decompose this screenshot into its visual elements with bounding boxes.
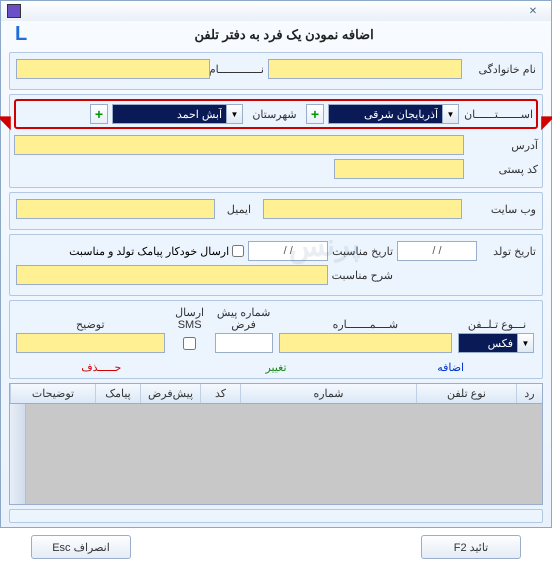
city-combo[interactable]: ▼ <box>112 104 243 124</box>
province-combo[interactable]: ▼ <box>328 104 459 124</box>
website-input[interactable] <box>263 199 462 219</box>
address-input[interactable] <box>14 135 464 155</box>
name-panel: نام خانوادگی نـــــــــــــام <box>9 52 543 90</box>
eventdesc-input[interactable] <box>16 265 328 285</box>
eventdate-input[interactable]: / / <box>248 241 328 261</box>
footer-strip <box>9 509 543 523</box>
postal-input[interactable] <box>334 159 464 179</box>
location-panel: اســـــــتــــــان ▼ + شهرستان ▼ + آدرس <box>9 94 543 188</box>
lastname-label: نام خانوادگی <box>466 63 536 76</box>
titlebar: ✕ <box>1 1 551 21</box>
birthdate-input[interactable]: / / <box>397 241 477 261</box>
postal-label: کد پستی <box>468 163 538 176</box>
email-input[interactable] <box>16 199 215 219</box>
grid-h-default[interactable]: پیش‌فرض <box>140 384 200 403</box>
city-label: شهرستان <box>247 108 302 121</box>
firstname-input[interactable] <box>16 59 210 79</box>
province-label: اســـــــتــــــان <box>463 108 533 121</box>
chevron-down-icon[interactable]: ▼ <box>443 104 459 124</box>
city-value[interactable] <box>112 104 227 124</box>
grid-h-type[interactable]: نوع تلفن <box>416 384 516 403</box>
edit-link[interactable]: تغییر <box>191 355 362 376</box>
cancel-button[interactable]: انصراف Esc <box>31 535 131 559</box>
autosms-check[interactable] <box>232 245 244 257</box>
chevron-down-icon[interactable]: ▼ <box>518 333 534 353</box>
number-input[interactable] <box>279 333 452 353</box>
app-icon <box>7 4 21 18</box>
lastname-input[interactable] <box>268 59 462 79</box>
desc-label: توضیح <box>16 318 165 331</box>
number-label: شــــمـــــــاره <box>279 318 452 331</box>
phonetype-value[interactable] <box>458 333 518 353</box>
eventdate-label: تاریخ مناسبت <box>332 245 393 258</box>
phonetype-combo[interactable]: ▼ <box>458 333 536 353</box>
add-city-button[interactable]: + <box>90 104 108 124</box>
ok-button[interactable]: تائید F2 <box>421 535 521 559</box>
autosms-checkbox[interactable]: ارسال خودکار پیامک تولد و مناسبت <box>69 245 244 258</box>
address-label: آدرس <box>468 139 538 152</box>
grid-h-desc[interactable]: توضیحات <box>10 384 95 403</box>
close-icon[interactable]: ✕ <box>521 3 545 19</box>
add-link[interactable]: اضافه <box>365 355 536 376</box>
sendsms-label: ارسال SMS <box>171 307 209 331</box>
delete-link[interactable]: حـــــذف <box>16 355 187 376</box>
grid-h-sms[interactable]: پیامک <box>95 384 140 403</box>
phone-panel: نـــوع تـلــفن ▼ شــــمـــــــاره شماره … <box>9 300 543 379</box>
grid-body <box>10 404 542 504</box>
scrollbar[interactable] <box>10 404 26 504</box>
birthdate-label: تاریخ تولد <box>481 245 536 258</box>
prefix-label: شماره پیش فرض <box>215 307 273 331</box>
grid-h-code[interactable]: کد <box>200 384 240 403</box>
highlight-box: اســـــــتــــــان ▼ + شهرستان ▼ + <box>14 99 538 129</box>
eventdesc-label: شرح مناسبت <box>332 269 393 282</box>
grid-h-row[interactable]: رد <box>516 384 542 403</box>
province-value[interactable] <box>328 104 443 124</box>
grid-header: رد نوع تلفن شماره کد پیش‌فرض پیامک توضیح… <box>10 384 542 404</box>
prefix-input[interactable] <box>215 333 273 353</box>
page-title: اضافه نمودن یک فرد به دفتر تلفن <box>27 27 541 43</box>
chevron-down-icon[interactable]: ▼ <box>227 104 243 124</box>
grid-h-number[interactable]: شماره <box>240 384 416 403</box>
autosms-label: ارسال خودکار پیامک تولد و مناسبت <box>69 245 229 258</box>
add-province-button[interactable]: + <box>306 104 324 124</box>
contact-panel: وب سایت ایمیل <box>9 192 543 230</box>
phonetype-label: نـــوع تـلــفن <box>458 318 536 331</box>
desc-input[interactable] <box>16 333 165 353</box>
website-label: وب سایت <box>466 203 536 216</box>
phone-grid: رد نوع تلفن شماره کد پیش‌فرض پیامک توضیح… <box>9 383 543 505</box>
email-label: ایمیل <box>219 203 259 216</box>
dates-panel: تاریخ تولد / / تاریخ مناسبت / / ارسال خو… <box>9 234 543 296</box>
firstname-label: نـــــــــــــام <box>214 63 264 76</box>
sendsms-checkbox[interactable] <box>183 337 196 350</box>
header-l: L <box>11 23 27 46</box>
